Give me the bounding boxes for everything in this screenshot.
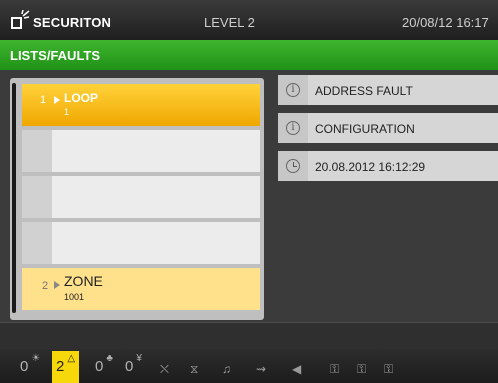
counter-value: 0 [95, 358, 104, 375]
list-item-sub: 1001 [64, 292, 85, 302]
list-item-empty [22, 222, 260, 264]
list-item-name: ZONE [64, 273, 103, 289]
detail-text: ADDRESS FAULT [315, 84, 413, 98]
pre-alarm-icon: ♣ [106, 353, 113, 364]
detail-icon-box: i [278, 113, 308, 143]
detail-row-configuration: i CONFIGURATION [278, 113, 498, 143]
detail-text: 20.08.2012 16:12:29 [315, 160, 426, 174]
list-item-index: 2 [42, 280, 49, 292]
list-item-empty [22, 130, 260, 172]
bell-icon[interactable]: ♫ [222, 362, 231, 376]
list-item-zone[interactable]: 2 ZONE 1001 [22, 268, 260, 310]
securiton-logo-icon [11, 10, 30, 29]
sounder-icon[interactable]: ◀ [292, 362, 301, 376]
list-item-num-cell [22, 130, 52, 172]
list-item-loop[interactable]: 1 LOOP 1 [22, 84, 260, 126]
detail-row-address-fault: i ADDRESS FAULT [278, 75, 498, 105]
list-item-sub: 1 [64, 107, 70, 117]
siren-off-icon[interactable]: ⧖ [190, 362, 198, 377]
list-item-num-cell [22, 222, 52, 264]
clock-hand [293, 166, 297, 167]
page-title: LISTS/FAULTS [0, 40, 498, 70]
transmission-icon[interactable]: ⇝ [256, 362, 266, 376]
list-item-num-cell [22, 176, 52, 218]
header-bar: SECURITON LEVEL 2 20/08/12 16:17 [0, 0, 498, 40]
counter-value: 0 [20, 358, 29, 375]
detail-icon-box: i [278, 75, 308, 105]
list-scrollbar[interactable] [12, 83, 16, 313]
list-item-empty [22, 176, 260, 218]
main-area: 1 LOOP 1 2 ZONE 1001 i ADDRESS FAULT i C… [0, 70, 498, 322]
brand-name: SECURITON [33, 15, 112, 30]
info-icon: i [286, 121, 300, 135]
key-icon[interactable]: ⚿ [330, 362, 339, 377]
current-datetime: 20/08/12 16:17 [402, 15, 489, 30]
key-off-icon[interactable]: ⚿ [357, 362, 366, 377]
list-item-body [52, 222, 260, 264]
list-item-body [52, 130, 260, 172]
fire-alarm-counter[interactable]: 0 ☀ [20, 353, 40, 375]
disabled-counter[interactable]: 0 ¥ [125, 353, 142, 375]
clock-icon [286, 159, 300, 173]
detail-icon-box [278, 151, 308, 181]
list-item-body [52, 176, 260, 218]
key-revision-icon[interactable]: ⚿ [384, 362, 393, 377]
bottom-status-bar: 0 ☀ 2 △ 0 ♣ 0 ¥ ⛌ ⧖ ♫ ⇝ ◀ ⚿ ⚿ ⚿ [0, 349, 498, 383]
detail-row-timestamp: 20.08.2012 16:12:29 [278, 151, 498, 181]
disabled-icon: ¥ [136, 353, 142, 364]
detail-text: CONFIGURATION [315, 122, 415, 136]
fault-warning-icon: △ [67, 353, 76, 364]
counter-value: 2 [56, 358, 65, 375]
list-item-index: 1 [40, 94, 47, 106]
expand-arrow-icon [54, 281, 60, 289]
fault-counter[interactable]: 2 △ [52, 351, 80, 383]
counter-value: 0 [125, 358, 134, 375]
suppressed-icon[interactable]: ⛌ [160, 362, 169, 377]
pre-alarm-counter[interactable]: 0 ♣ [95, 353, 113, 375]
list-item-name: LOOP [64, 91, 99, 105]
expand-arrow-icon [54, 96, 60, 104]
status-strip [0, 322, 498, 349]
fire-alarm-icon: ☀ [31, 353, 41, 364]
access-level: LEVEL 2 [204, 15, 255, 30]
info-icon: i [286, 83, 300, 97]
